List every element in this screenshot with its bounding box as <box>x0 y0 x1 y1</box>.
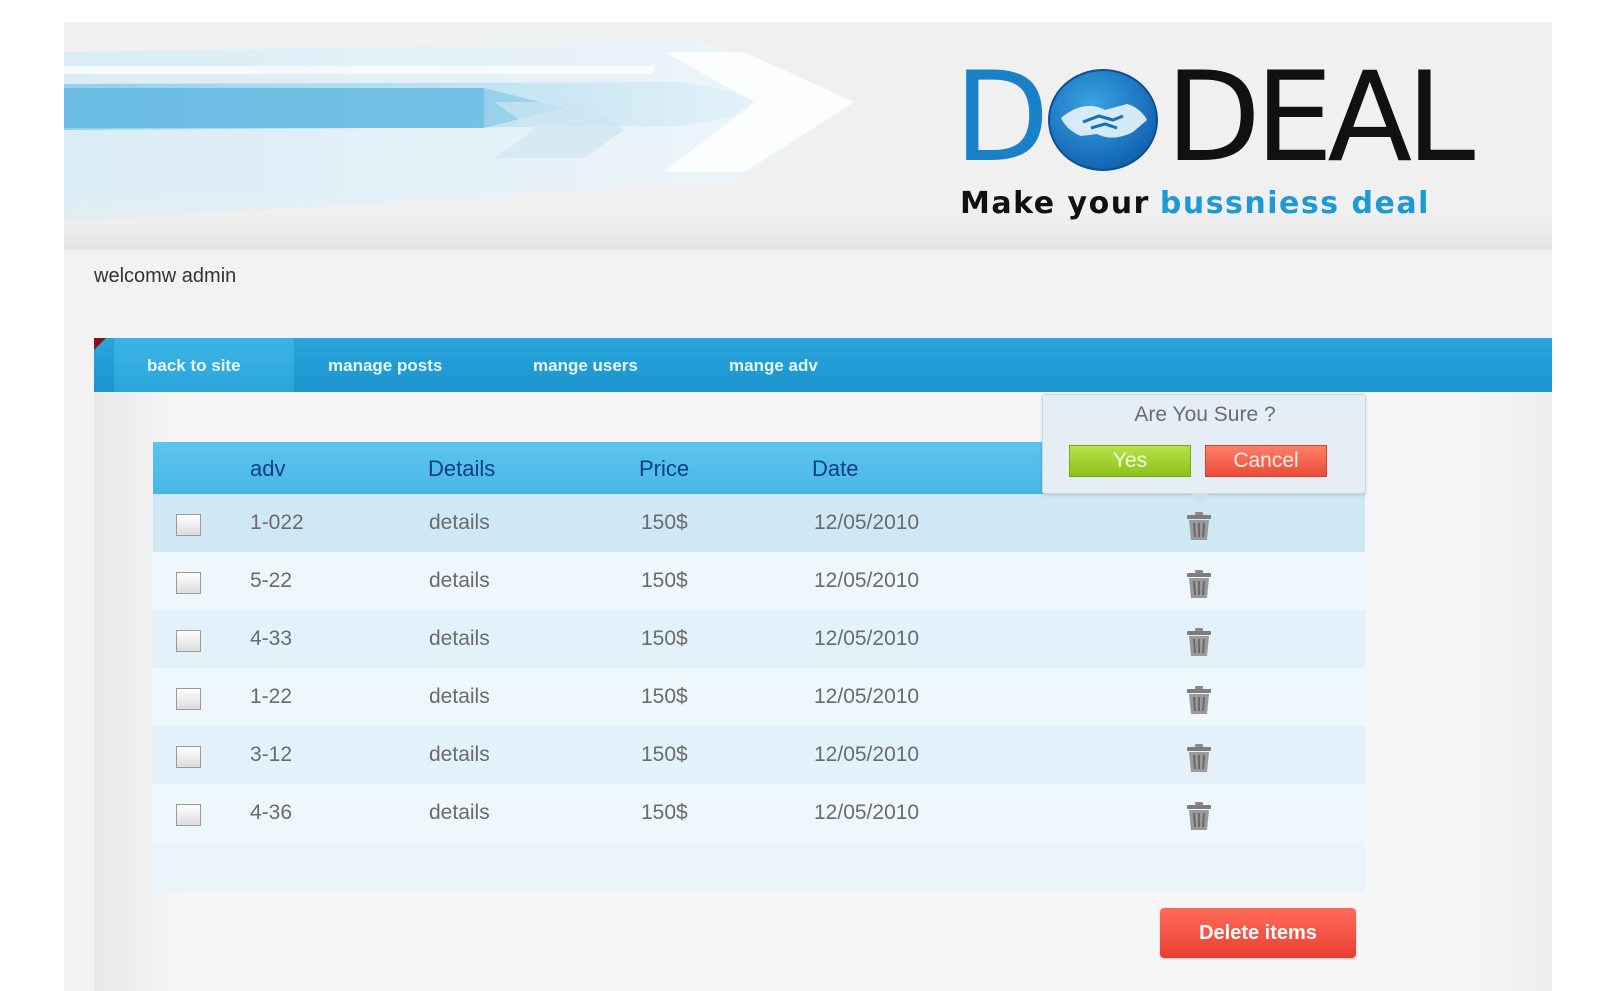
tagline-part2: bussniess deal <box>1159 186 1430 221</box>
confirm-cancel-button[interactable]: Cancel <box>1205 445 1327 477</box>
delete-confirm-popup: Are You Sure ? Yes Cancel <box>1042 394 1366 502</box>
nav-corner-accent <box>94 338 106 350</box>
logo-letter-d: D <box>954 46 1050 190</box>
table-row[interactable]: 1-22 details 150$ 12/05/2010 <box>153 668 1365 726</box>
cell-adv: 4-33 <box>250 627 293 650</box>
row-checkbox[interactable] <box>176 630 201 652</box>
cell-date: 12/05/2010 <box>814 627 920 650</box>
cell-price: 150$ <box>641 743 688 766</box>
header-banner: D DEAL Make your bussniess deal <box>64 22 1552 250</box>
logo-wordmark: D DEAL <box>954 46 1475 190</box>
cell-price: 150$ <box>641 685 688 708</box>
welcome-message: welcomw admin <box>94 265 237 287</box>
cell-date: 12/05/2010 <box>814 569 920 592</box>
column-header-price[interactable]: Price <box>639 442 689 494</box>
row-checkbox[interactable] <box>176 514 201 536</box>
cell-date: 12/05/2010 <box>814 685 920 708</box>
table-row[interactable]: 1-022 details 150$ 12/05/2010 <box>153 494 1365 552</box>
adv-table: adv Details Price Date 1-022 details 150… <box>153 442 1365 892</box>
trash-icon[interactable] <box>1185 743 1213 773</box>
row-checkbox[interactable] <box>176 688 201 710</box>
nav-item-back-to-site[interactable]: back to site <box>114 338 294 392</box>
column-header-date[interactable]: Date <box>812 442 858 494</box>
trash-icon[interactable] <box>1185 685 1213 715</box>
cell-adv: 3-12 <box>250 743 293 766</box>
main-nav: back to site manage posts mange users ma… <box>94 338 1552 392</box>
cell-details-link[interactable]: details <box>429 552 490 610</box>
logo-deal-text: DEAL <box>1165 46 1475 190</box>
cell-date: 12/05/2010 <box>814 801 920 824</box>
table-row[interactable]: 4-33 details 150$ 12/05/2010 <box>153 610 1365 668</box>
dodeal-logo[interactable]: D DEAL Make your bussniess deal <box>954 46 1494 238</box>
table-row[interactable]: 3-12 details 150$ 12/05/2010 <box>153 726 1365 784</box>
table-row[interactable]: 4-36 details 150$ 12/05/2010 <box>153 784 1365 842</box>
handshake-globe-icon <box>1047 62 1159 174</box>
nav-item-manage-users[interactable]: mange users <box>533 338 638 392</box>
column-header-adv[interactable]: adv <box>250 442 285 494</box>
page: D DEAL Make your bussniess deal welcomw … <box>64 22 1552 991</box>
cell-date: 12/05/2010 <box>814 511 920 534</box>
tagline-part1: Make your <box>960 186 1150 221</box>
row-checkbox[interactable] <box>176 746 201 768</box>
cell-details-link[interactable]: details <box>429 610 490 668</box>
cell-price: 150$ <box>641 569 688 592</box>
trash-icon[interactable] <box>1185 511 1213 541</box>
cell-price: 150$ <box>641 801 688 824</box>
table-row[interactable]: 5-22 details 150$ 12/05/2010 <box>153 552 1365 610</box>
trash-icon[interactable] <box>1185 569 1213 599</box>
logo-tagline: Make your bussniess deal <box>960 186 1430 221</box>
cell-date: 12/05/2010 <box>814 743 920 766</box>
cell-adv: 1-22 <box>250 685 293 708</box>
cell-adv: 1-022 <box>250 511 304 534</box>
cell-price: 150$ <box>641 627 688 650</box>
cell-details-link[interactable]: details <box>429 494 490 552</box>
cell-details-link[interactable]: details <box>429 668 490 726</box>
confirm-yes-button[interactable]: Yes <box>1069 445 1191 477</box>
confirm-title: Are You Sure ? <box>1134 403 1276 426</box>
column-header-details[interactable]: Details <box>428 442 495 494</box>
row-checkbox[interactable] <box>176 804 201 826</box>
row-checkbox[interactable] <box>176 572 201 594</box>
delete-items-button[interactable]: Delete items <box>1160 908 1356 958</box>
cell-adv: 5-22 <box>250 569 293 592</box>
trash-icon[interactable] <box>1185 627 1213 657</box>
cell-details-link[interactable]: details <box>429 784 490 842</box>
nav-item-manage-posts[interactable]: manage posts <box>328 338 442 392</box>
cell-details-link[interactable]: details <box>429 726 490 784</box>
nav-item-manage-adv[interactable]: mange adv <box>729 338 818 392</box>
trash-icon[interactable] <box>1185 801 1213 831</box>
cell-price: 150$ <box>641 511 688 534</box>
cell-adv: 4-36 <box>250 801 293 824</box>
